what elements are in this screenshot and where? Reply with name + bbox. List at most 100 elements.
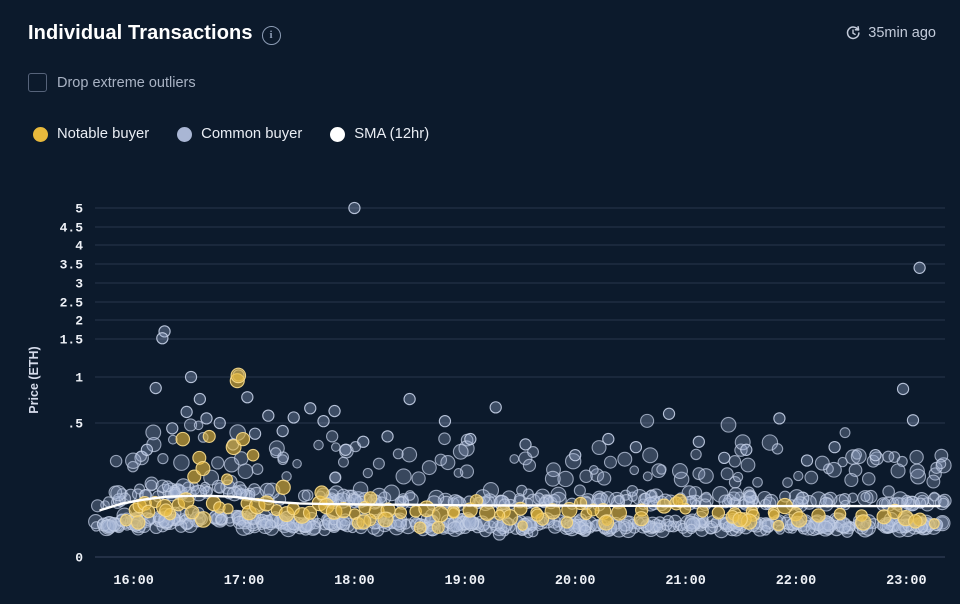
scatter-point [629,465,640,476]
scatter-point [200,412,213,425]
scatter-point [928,518,940,530]
scatter-point [328,404,341,418]
y-axis-tick-label: 1.5 [60,333,84,348]
scatter-point [814,455,830,471]
scatter-point [782,477,793,488]
scatter-point [159,503,173,518]
scatter-point [413,521,427,535]
scatter-point [440,455,456,471]
legend-item-notable-buyer[interactable]: Notable buyer [33,126,149,142]
scatter-point [850,448,867,465]
scatter-point [929,491,940,502]
scatter-point [869,449,882,462]
scatter-point [771,443,784,455]
x-axis-tick-label: 20:00 [555,574,596,589]
scatter-point [248,427,262,440]
legend-dot-common-buyer [177,126,193,142]
scatter-point [522,458,537,472]
panel-header: Individual Transactions i 35min ago [0,16,960,50]
scatter-point [882,485,895,498]
scatter-point [579,524,592,536]
scatter-point [277,451,290,464]
scatter-point [226,486,242,502]
y-axis-tick-label: 2 [75,314,83,329]
scatter-point [698,468,714,484]
scatter-point [149,381,162,395]
scatter-point [600,491,615,506]
scatter-point [522,488,534,500]
scatter-point [180,405,193,419]
scatter-point [235,431,251,447]
scatter-point [317,415,330,428]
scatter-point [544,470,561,487]
legend-item-common-buyer[interactable]: Common buyer [177,126,302,142]
x-axis-tick-label: 17:00 [224,574,265,589]
scatter-point [890,463,906,479]
y-axis-tick-label: 4 [75,239,83,254]
scatter-point [732,471,744,483]
scatter-point [237,463,254,480]
scatter-point [463,515,479,532]
scatter-point [221,473,233,486]
scatter-point [513,493,525,504]
scatter-point [718,451,731,464]
scatter-point [431,505,449,523]
scatter-point [213,416,226,430]
scatter-point [438,415,452,428]
scatter-point [241,391,254,404]
drop-outliers-label[interactable]: Drop extreme outliers [57,75,196,91]
scatter-point [211,456,225,470]
last-updated: 35min ago [845,25,936,41]
scatter-point [348,201,361,215]
scatter-point [394,506,408,520]
scatter-point [804,470,819,485]
scatter-point [569,449,582,462]
scatter-point [588,465,599,475]
last-updated-text: 35min ago [868,25,936,41]
scatter-point [732,511,748,528]
scatter-point [768,509,780,521]
scatter-point [313,439,324,451]
scatter-point [403,392,416,406]
scatter-point [161,480,174,493]
scatter-point [185,504,200,520]
y-axis-tick-label: 2.5 [60,296,84,311]
scatter-point [640,413,655,428]
scatter-point [509,454,520,464]
scatter-point [602,432,615,446]
scatter-point [166,422,179,435]
scatter-point [339,443,352,456]
y-axis-tick-label: .5 [67,417,83,432]
info-icon[interactable]: i [261,25,281,45]
scatter-point [700,491,712,503]
scatter-point [356,514,372,530]
scatter-point [642,447,659,464]
scatter-point [828,440,841,454]
legend-label-sma: SMA (12hr) [354,126,430,142]
scatter-point [752,476,763,488]
scatter-point [336,515,351,531]
scatter-point [760,525,771,536]
scatter-point [696,505,709,518]
scatter-point [550,486,567,503]
scatter-point [193,392,207,406]
scatter-point [195,461,211,477]
scatter-point [193,420,204,431]
legend-item-sma[interactable]: SMA (12hr) [330,126,429,142]
drop-outliers-checkbox[interactable] [28,73,47,92]
scatter-point [452,443,469,460]
x-axis-tick-label: 16:00 [113,574,154,589]
scatter-point [642,471,653,482]
scatter-point [633,511,649,527]
scatter-point [130,515,146,530]
scatter-point [304,402,317,415]
scatter-point [817,520,834,537]
scatter-point [173,454,190,471]
scatter-point [357,435,370,448]
scatter-point [728,455,742,468]
scatter-point [411,471,426,486]
scatter-point [276,424,289,438]
scatter-point [438,432,451,446]
y-axis-title: Price (ETH) [27,346,41,413]
scatter-point [793,470,804,482]
